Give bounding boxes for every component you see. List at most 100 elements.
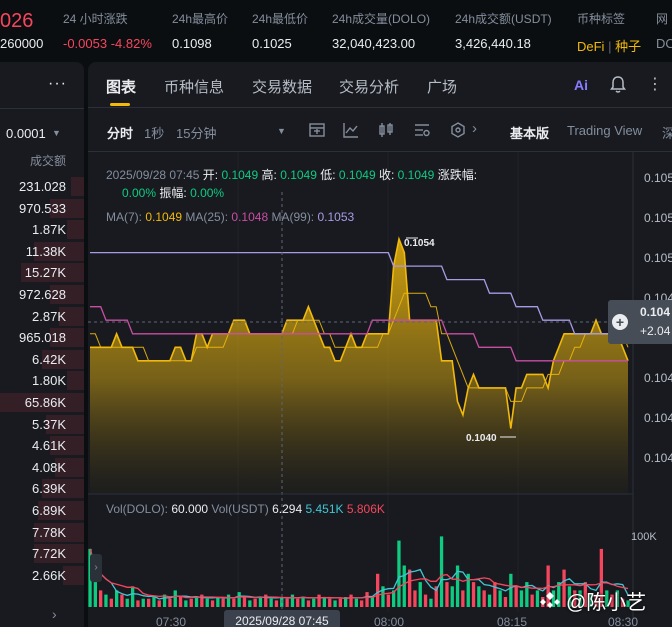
- tag-defi-link[interactable]: DeFi: [577, 39, 604, 54]
- volume-bar: [402, 565, 406, 607]
- stat-label: 24h最高价: [172, 12, 229, 26]
- legend-high: 0.1049: [280, 168, 317, 182]
- candlestick-icon[interactable]: [377, 121, 395, 139]
- volume-bar: [413, 590, 417, 607]
- interval-time-sharing[interactable]: 分时: [107, 123, 133, 142]
- volume-bar: [253, 598, 257, 607]
- chevron-right-icon[interactable]: ›: [472, 120, 477, 137]
- line-chart-icon[interactable]: [342, 121, 360, 139]
- interval-15m[interactable]: 15分钟: [176, 123, 216, 142]
- stat-label: 24h最低价: [252, 12, 309, 26]
- legend-date: 2025/09/28 07:45: [106, 168, 200, 182]
- trade-amount: 65.86K: [24, 394, 66, 410]
- trade-row: 965.018: [0, 327, 84, 349]
- volume-bar: [312, 598, 316, 607]
- volume-bar: [205, 598, 209, 607]
- volume-bar: [296, 598, 300, 607]
- volume-bar: [482, 590, 486, 607]
- volume-bar: [157, 600, 161, 607]
- volume-bar: [221, 598, 225, 607]
- trade-amount: 11.38K: [25, 243, 66, 259]
- interval-1s[interactable]: 1秒: [144, 123, 164, 142]
- min-price-label: 0.1040: [466, 433, 497, 444]
- legend-ma25-label: MA(25):: [185, 210, 229, 224]
- trade-row: 4.61K: [0, 435, 84, 457]
- tab-trade-analysis[interactable]: 交易分析: [339, 76, 399, 97]
- legend-change-label: 涨跌幅:: [437, 168, 478, 182]
- volume-bar: [349, 594, 353, 607]
- chart-area[interactable]: 0.105 0.105 0.105 0.104 0.104 0.104 0.104 07:3…: [88, 152, 672, 627]
- divider: [0, 108, 84, 109]
- volume-bar: [147, 598, 151, 607]
- bell-icon[interactable]: [610, 76, 626, 94]
- trade-amount: 965.018: [19, 330, 66, 346]
- volume-bar: [370, 597, 374, 607]
- legend-volq: 6.294: [272, 502, 303, 516]
- price-axis-tick: 0.105: [644, 211, 672, 225]
- tab-square[interactable]: 广场: [427, 76, 457, 97]
- time-axis-tick: 07:30: [156, 615, 186, 627]
- volume-bar: [397, 540, 401, 607]
- current-change: +2.04: [640, 324, 671, 338]
- trade-row: 4.08K: [0, 457, 84, 479]
- trade-amount: 4.61K: [32, 438, 66, 454]
- price-axis-tick: 0.105: [644, 171, 672, 185]
- volume-bar: [152, 597, 156, 607]
- tab-coin-info[interactable]: 币种信息: [164, 76, 224, 97]
- tag-seed-link[interactable]: 种子: [615, 39, 641, 54]
- legend-open-label: 开:: [202, 168, 219, 182]
- indicator-calendar-icon[interactable]: [308, 121, 326, 139]
- tag-separator: |: [608, 39, 612, 54]
- more-menu-icon[interactable]: ···: [48, 75, 67, 93]
- volume-bar: [450, 586, 454, 608]
- trade-row: 231.028: [0, 176, 84, 198]
- trade-amount: 5.37K: [32, 416, 66, 432]
- trades-list: 231.028 970.533 1.87K 11.38K 15.27K 972.628 2.…: [0, 176, 84, 586]
- settings-display-icon[interactable]: [413, 121, 431, 139]
- legend-volq-label: Vol(USDT): [211, 502, 269, 516]
- tab-trade-data[interactable]: 交易数据: [252, 76, 312, 97]
- view-tradingview-button[interactable]: Trading View: [567, 123, 642, 138]
- trade-amount: 6.89K: [32, 502, 66, 518]
- volume-bar: [514, 586, 518, 608]
- chart-toolbar: 分时 1秒 15分钟 ▼ › 基本版 Trading View 深: [88, 108, 672, 152]
- volume-bar: [477, 586, 481, 608]
- volume-bar: [115, 590, 119, 607]
- legend-ma7: 0.1049: [145, 210, 183, 224]
- more-vertical-icon[interactable]: ⋮: [647, 74, 663, 94]
- precision-select[interactable]: 0.0001: [6, 126, 46, 141]
- trade-depth-bar: [63, 565, 84, 585]
- trade-row: 6.39K: [0, 478, 84, 500]
- legend-vol: 60.000: [171, 502, 209, 516]
- hexagon-icon[interactable]: [449, 121, 467, 139]
- volume-bar: [258, 597, 263, 607]
- time-axis-tick: 08:00: [374, 615, 404, 627]
- add-alert-icon[interactable]: +: [612, 314, 628, 330]
- view-depth-button[interactable]: 深: [662, 123, 672, 142]
- volume-bar: [173, 590, 177, 607]
- stat-label: 币种标签: [577, 12, 626, 26]
- volume-bar: [328, 598, 332, 607]
- volume-bar: [503, 597, 508, 607]
- volume-bar: [317, 594, 321, 607]
- legend-ma7-label: MA(7):: [106, 210, 142, 224]
- chevron-right-icon[interactable]: ›: [52, 606, 57, 622]
- stat-value: 0.1025: [252, 36, 292, 51]
- trade-amount: 2.87K: [32, 308, 66, 324]
- view-basic-button[interactable]: 基本版: [510, 123, 549, 142]
- trades-panel: ··· 0.0001 ▼ 成交额 231.028 970.533 1.87K 11.3…: [0, 62, 84, 627]
- collapse-handle-icon[interactable]: ›: [90, 554, 102, 582]
- volume-bar: [445, 582, 449, 607]
- ai-assistant-button[interactable]: Ai: [574, 77, 588, 93]
- volume-bar: [216, 597, 220, 607]
- stat-value: 3,426,440.18: [455, 36, 531, 51]
- volume-bar: [301, 597, 305, 607]
- tab-chart[interactable]: 图表: [106, 76, 136, 97]
- legend-vol-ma1: 5.451K: [305, 502, 344, 516]
- volume-bar: [519, 590, 524, 607]
- max-price-label: 0.1054: [404, 238, 435, 249]
- volume-bar: [365, 592, 369, 607]
- caret-down-icon[interactable]: ▼: [52, 128, 61, 138]
- interval-dropdown-icon[interactable]: ▼: [277, 126, 286, 136]
- price-axis: 0.105 0.105 0.105 0.104 0.104 0.104 0.104: [632, 152, 672, 627]
